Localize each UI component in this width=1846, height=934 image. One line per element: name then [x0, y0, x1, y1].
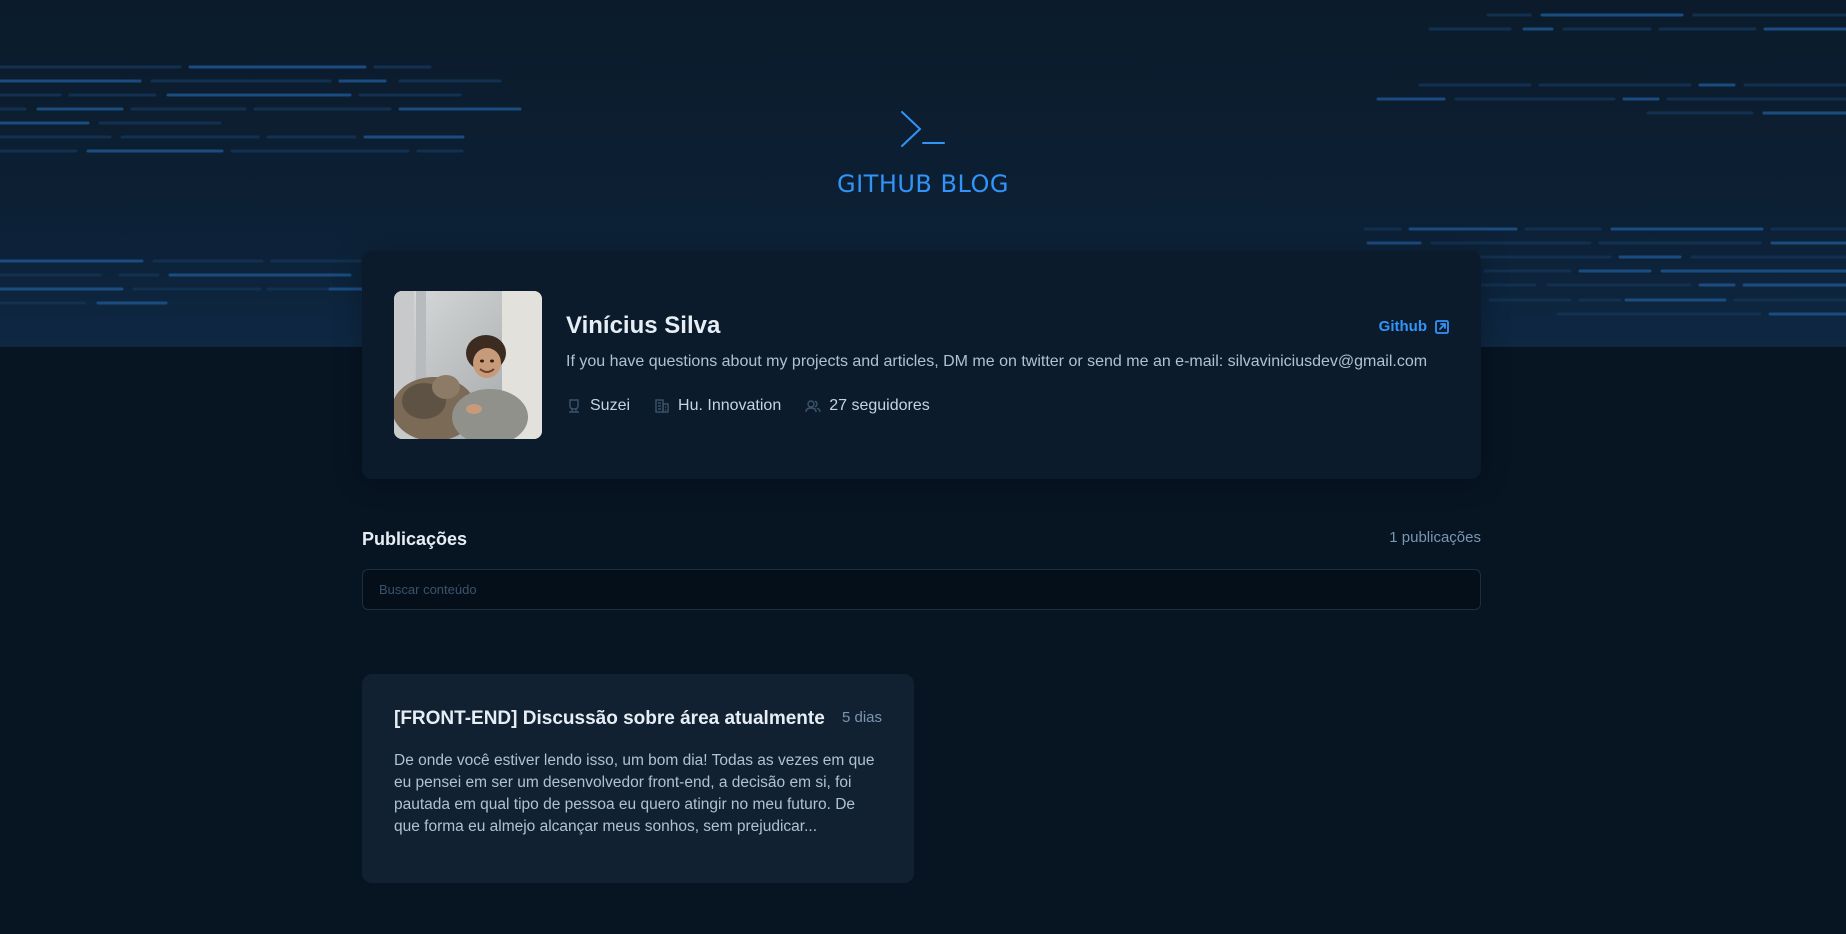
github-link[interactable]: Github [1379, 318, 1449, 335]
github-link-label: Github [1378, 318, 1427, 335]
meta-followers: 27 seguidores [805, 397, 930, 415]
post-excerpt: De onde você estiver lendo isso, um bom … [394, 752, 875, 835]
avatar-photo [394, 291, 542, 439]
profile-bio: If you have questions about my projects … [566, 353, 1428, 370]
meta-company: Hu. Innovation [654, 397, 781, 415]
terminal-prompt-icon [901, 111, 945, 147]
meta-followers-text: 27 seguidores [829, 397, 930, 414]
site-title: GITHUB BLOG [836, 170, 1009, 198]
search-input[interactable] [362, 569, 1481, 610]
meta-login: Suzei [566, 397, 630, 415]
profile-meta: Suzei Hu. Innovation 27 seguidores [566, 397, 930, 415]
github-icon [569, 399, 579, 413]
publications-title: Publicações [362, 529, 468, 549]
publications-count: 1 publicações [1389, 529, 1481, 546]
profile-name: Vinícius Silva [566, 312, 721, 339]
avatar [394, 291, 542, 439]
site-logo: GITHUB BLOG [0, 108, 1846, 198]
profile-card: Vinícius Silva Github If you have questi… [362, 251, 1481, 479]
post-date: 5 dias [841, 709, 882, 726]
external-link-icon [1435, 319, 1449, 334]
users-icon [805, 400, 821, 413]
meta-login-text: Suzei [590, 397, 631, 414]
post-header: [FRONT-END] Discussão sobre área atualme… [394, 706, 882, 732]
post-card[interactable]: [FRONT-END] Discussão sobre área atualme… [362, 674, 914, 883]
building-icon [655, 399, 669, 413]
post-title: [FRONT-END] Discussão sobre área atualme… [394, 708, 825, 729]
meta-company-text: Hu. Innovation [678, 397, 782, 414]
